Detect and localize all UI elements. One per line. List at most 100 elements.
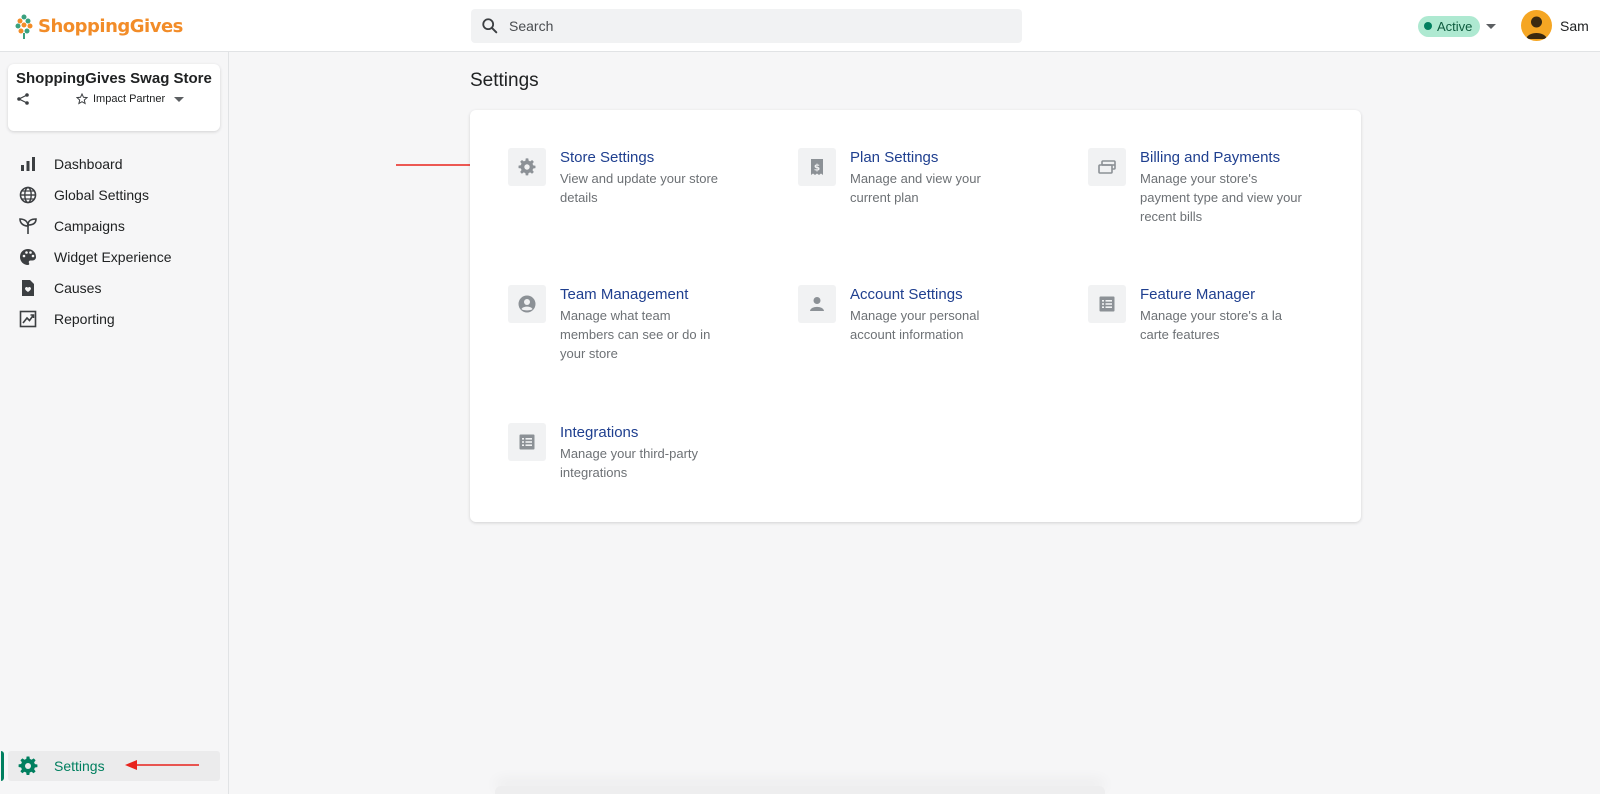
- sidebar-item-label: Reporting: [54, 310, 115, 327]
- brand-logo[interactable]: ShoppingGives: [14, 12, 183, 40]
- list-icon: [1099, 296, 1115, 312]
- sprout-icon: [19, 217, 37, 234]
- annotation-arrow-icon: [125, 760, 199, 770]
- tile-description-line: account information: [850, 327, 964, 342]
- svg-text:$: $: [814, 164, 820, 174]
- tile-description: Manage and view your current plan: [850, 169, 981, 207]
- tile-description-line: Manage your third-party: [560, 446, 699, 461]
- partner-dropdown[interactable]: Impact Partner: [76, 93, 185, 105]
- tile-title[interactable]: Feature Manager: [1140, 285, 1282, 305]
- search-icon: [482, 18, 498, 34]
- tile-title[interactable]: Plan Settings: [850, 148, 981, 168]
- sidebar-item-dashboard[interactable]: Dashboard: [8, 148, 220, 179]
- status-selector[interactable]: Active: [1418, 15, 1497, 37]
- sidebar-item-label: Global Settings: [54, 186, 149, 203]
- sidebar-item-label: Dashboard: [54, 155, 123, 172]
- tile-title[interactable]: Billing and Payments: [1140, 148, 1302, 168]
- logo-tree-icon: [15, 14, 33, 39]
- search-bar: [471, 9, 1022, 43]
- integrations-tile[interactable]: Integrations Manage your third-party int…: [508, 423, 768, 482]
- tile-description: Manage your store's a la carte features: [1140, 306, 1282, 344]
- share-icon[interactable]: [16, 92, 30, 106]
- bar-chart-icon: [21, 156, 35, 171]
- tile-description-line: details: [560, 190, 598, 205]
- sidebar-item-global-settings[interactable]: Global Settings: [8, 179, 220, 210]
- user-menu[interactable]: Sam: [1521, 10, 1589, 41]
- feature-manager-tile[interactable]: Feature Manager Manage your store's a la…: [1088, 285, 1348, 344]
- sidebar-item-label: Widget Experience: [54, 248, 172, 265]
- list-icon: [519, 434, 535, 450]
- bottom-toast-shadow: [495, 786, 1105, 794]
- top-bar: ShoppingGives Active Sam: [0, 0, 1600, 52]
- tile-text: Integrations Manage your third-party int…: [560, 423, 698, 482]
- chevron-down-icon[interactable]: [1486, 23, 1497, 29]
- tile-icon-box: [508, 148, 546, 186]
- status-dot-icon: [1424, 22, 1432, 30]
- store-settings-tile[interactable]: Store Settings View and update your stor…: [508, 148, 768, 207]
- tile-text: Feature Manager Manage your store's a la…: [1140, 285, 1282, 344]
- status-badge: Active: [1418, 15, 1481, 37]
- sidebar-item-causes[interactable]: Causes: [8, 272, 220, 303]
- sidebar-nav: Dashboard Global Settings Campaigns Widg…: [8, 148, 220, 334]
- billing-payments-tile[interactable]: Billing and Payments Manage your store's…: [1088, 148, 1348, 226]
- sidebar-item-label: Causes: [54, 279, 102, 296]
- account-settings-tile[interactable]: Account Settings Manage your personal ac…: [798, 285, 1058, 344]
- person-circle-icon: [518, 295, 536, 313]
- tile-icon-box: [1088, 148, 1126, 186]
- gear-icon: [18, 756, 38, 775]
- tile-description-line: your store: [560, 346, 618, 361]
- tile-text: Team Management Manage what team members…: [560, 285, 710, 363]
- tile-icon-box: [798, 285, 836, 323]
- brand-name: ShoppingGives: [38, 15, 183, 37]
- sidebar: ShoppingGives Swag Store Impact Partner: [0, 52, 229, 794]
- settings-card: Store Settings View and update your stor…: [470, 110, 1361, 522]
- search-input[interactable]: [509, 18, 1022, 34]
- gear-icon: [518, 158, 536, 176]
- tile-description: View and update your store details: [560, 169, 718, 207]
- tile-title[interactable]: Team Management: [560, 285, 710, 305]
- chevron-down-icon: [174, 96, 185, 102]
- status-label: Active: [1437, 18, 1473, 34]
- tile-text: Plan Settings Manage and view your curre…: [850, 148, 981, 207]
- tile-description: Manage your store's payment type and vie…: [1140, 169, 1302, 226]
- tile-icon-box: [508, 285, 546, 323]
- tile-description-line: Manage and view your: [850, 171, 981, 186]
- tile-title[interactable]: Store Settings: [560, 148, 718, 168]
- tile-description: Manage what team members can see or do i…: [560, 306, 710, 363]
- globe-icon: [19, 186, 37, 203]
- team-management-tile[interactable]: Team Management Manage what team members…: [508, 285, 768, 363]
- tile-icon-box: [508, 423, 546, 461]
- sidebar-item-campaigns[interactable]: Campaigns: [8, 210, 220, 241]
- tile-icon-box: $: [798, 148, 836, 186]
- heart-doc-icon: [22, 279, 34, 296]
- tile-text: Billing and Payments Manage your store's…: [1140, 148, 1302, 226]
- store-name: ShoppingGives Swag Store: [16, 70, 212, 87]
- tile-description-line: Manage your personal: [850, 308, 980, 323]
- page-title: Settings: [470, 70, 539, 91]
- store-card[interactable]: ShoppingGives Swag Store Impact Partner: [8, 64, 220, 131]
- tile-icon-box: [1088, 285, 1126, 323]
- sidebar-item-widget-experience[interactable]: Widget Experience: [8, 241, 220, 272]
- tile-text: Store Settings View and update your stor…: [560, 148, 718, 207]
- receipt-dollar-icon: $: [811, 159, 823, 175]
- tile-description-line: current plan: [850, 190, 919, 205]
- sidebar-item-reporting[interactable]: Reporting: [8, 303, 220, 334]
- tile-description: Manage your personal account information: [850, 306, 979, 344]
- person-icon: [810, 297, 824, 311]
- tile-text: Account Settings Manage your personal ac…: [850, 285, 979, 344]
- sidebar-item-label: Campaigns: [54, 217, 125, 234]
- partner-label: Impact Partner: [93, 93, 166, 105]
- tile-description-line: payment type and view your: [1140, 190, 1302, 205]
- credit-card-icon: [1098, 160, 1116, 174]
- tile-description-line: Manage your store's a la: [1140, 308, 1282, 323]
- avatar: [1521, 10, 1552, 41]
- user-name: Sam: [1560, 17, 1589, 34]
- tile-description-line: Manage what team: [560, 308, 671, 323]
- tile-description-line: Manage your store's: [1140, 171, 1258, 186]
- plan-settings-tile[interactable]: $ Plan Settings Manage and view your cur…: [798, 148, 1058, 207]
- tile-description: Manage your third-party integrations: [560, 444, 698, 482]
- person-avatar-icon: [1526, 16, 1547, 39]
- tile-title[interactable]: Integrations: [560, 423, 698, 443]
- tile-title[interactable]: Account Settings: [850, 285, 979, 305]
- tile-description-line: carte features: [1140, 327, 1220, 342]
